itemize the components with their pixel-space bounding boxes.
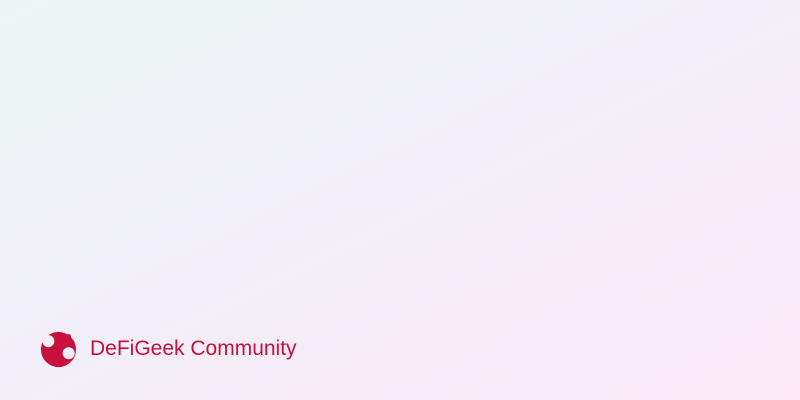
- og-image-canvas: DeFiGeek Community: [0, 0, 800, 400]
- defigeek-logo-icon: [40, 331, 77, 367]
- brand-lockup[interactable]: DeFiGeek Community: [40, 331, 297, 367]
- brand-name: DeFiGeek Community: [90, 337, 297, 360]
